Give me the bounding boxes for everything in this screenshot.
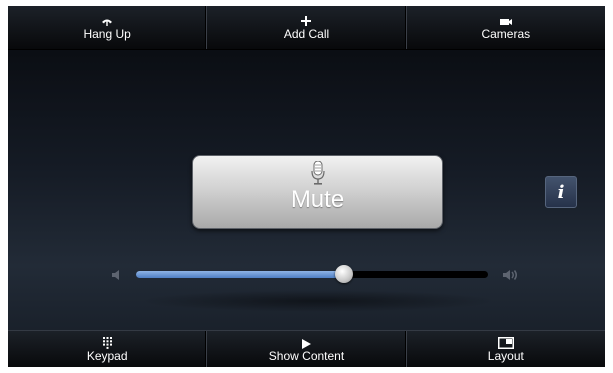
volume-high-icon xyxy=(502,268,518,286)
cameras-button[interactable]: Cameras xyxy=(407,6,605,49)
keypad-icon xyxy=(102,335,112,349)
keypad-button[interactable]: Keypad xyxy=(8,331,208,367)
bottom-toolbar: Keypad Show Content Layout xyxy=(8,330,605,367)
add-call-label: Add Call xyxy=(283,27,330,41)
camera-icon xyxy=(499,14,512,26)
show-content-button[interactable]: Show Content xyxy=(207,331,407,367)
layout-icon xyxy=(497,335,514,349)
mute-label: Mute xyxy=(290,186,345,213)
top-toolbar: Hang Up Add Call Cameras xyxy=(8,6,605,50)
phone-hangup-icon xyxy=(101,14,113,26)
volume-low-icon xyxy=(111,268,123,286)
microphone-icon xyxy=(310,160,325,187)
slider-reflection xyxy=(138,290,498,312)
cameras-label: Cameras xyxy=(481,27,531,41)
keypad-label: Keypad xyxy=(86,349,128,363)
hang-up-button[interactable]: Hang Up xyxy=(8,6,208,49)
layout-label: Layout xyxy=(487,349,524,363)
hang-up-label: Hang Up xyxy=(83,27,131,41)
volume-slider[interactable] xyxy=(136,265,488,283)
mute-button[interactable]: Mute xyxy=(192,155,443,229)
volume-slider-thumb[interactable] xyxy=(334,265,353,283)
info-button[interactable]: i xyxy=(545,176,577,208)
show-content-label: Show Content xyxy=(268,349,345,363)
plus-icon xyxy=(301,14,312,26)
add-call-button[interactable]: Add Call xyxy=(207,6,407,49)
call-screen: Hang Up Add Call Cameras Mute i Keypad S… xyxy=(8,6,605,367)
volume-slider-fill xyxy=(136,271,344,278)
play-icon xyxy=(301,335,311,349)
layout-button[interactable]: Layout xyxy=(407,331,605,367)
info-icon: i xyxy=(557,181,565,203)
